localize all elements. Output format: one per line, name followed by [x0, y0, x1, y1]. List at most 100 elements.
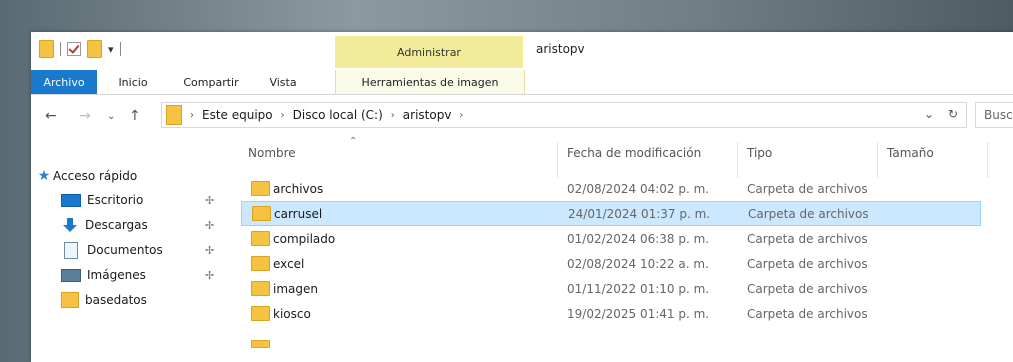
documents-icon [64, 241, 78, 259]
navigation-pane: ★ Acceso rápido Escritorio ✢ Descargas ✢… [31, 142, 231, 362]
file-type: Carpeta de archivos [747, 256, 868, 271]
pin-icon[interactable]: ✢ [205, 244, 214, 257]
file-name: carrusel [274, 206, 323, 221]
chevron-right-icon[interactable]: › [281, 110, 285, 121]
address-controls: ⌄ ↻ [924, 107, 958, 121]
nav-item-descargas[interactable]: Descargas [61, 213, 148, 237]
nav-item-label: Descargas [85, 218, 148, 232]
nav-item-escritorio[interactable]: Escritorio [61, 188, 143, 212]
file-list: ⌃ Nombre Fecha de modificación Tipo Tama… [241, 136, 1013, 362]
forward-arrow-icon[interactable]: → [79, 108, 91, 124]
chevron-right-icon[interactable]: › [391, 110, 395, 121]
nav-item-label: Imágenes [87, 268, 146, 282]
file-type: Carpeta de archivos [747, 181, 868, 196]
breadcrumb-disco-local[interactable]: Disco local (C:) [293, 108, 383, 122]
file-name: archivos [273, 181, 324, 196]
column-divider[interactable] [877, 142, 878, 178]
pictures-icon [61, 268, 81, 282]
address-history-chevron-icon[interactable]: ⌄ [924, 107, 934, 121]
nav-item-label: basedatos [85, 293, 147, 307]
folder-icon [61, 292, 79, 308]
folder-icon [251, 340, 270, 348]
file-date: 19/02/2025 01:41 p. m. [567, 306, 710, 321]
table-row[interactable]: excel 02/08/2024 10:22 a. m. Carpeta de … [241, 251, 981, 276]
nav-item-imagenes[interactable]: Imágenes [61, 263, 146, 287]
folder-icon [251, 281, 270, 296]
folder-icon [252, 206, 271, 221]
table-row[interactable] [241, 326, 981, 351]
file-name: excel [273, 256, 305, 271]
table-row[interactable]: imagen 01/11/2022 01:10 p. m. Carpeta de… [241, 276, 981, 301]
table-row[interactable]: compilado 01/02/2024 06:38 p. m. Carpeta… [241, 226, 981, 251]
tab-archivo[interactable]: Archivo [31, 70, 97, 94]
search-input[interactable]: Busc [975, 102, 1013, 128]
file-date: 02/08/2024 04:02 p. m. [567, 181, 710, 196]
nav-item-basedatos[interactable]: basedatos [61, 288, 147, 312]
column-divider[interactable] [987, 142, 988, 178]
quick-access-toolbar: ▾ [39, 40, 121, 58]
column-header-nombre[interactable]: Nombre [248, 146, 296, 160]
folder-icon [166, 105, 182, 125]
table-row[interactable]: kiosco 19/02/2025 01:41 p. m. Carpeta de… [241, 301, 981, 326]
file-explorer-window: ▾ Administrar aristopv Archivo Inicio Co… [31, 32, 1013, 362]
file-name: compilado [273, 231, 336, 246]
folder-icon [251, 181, 270, 196]
downloads-icon [61, 218, 79, 232]
chevron-right-icon[interactable]: › [459, 110, 463, 121]
file-type: Carpeta de archivos [747, 281, 868, 296]
window-title: aristopv [536, 42, 585, 56]
up-arrow-icon[interactable]: ↑ [129, 108, 141, 124]
new-folder-icon[interactable] [87, 40, 102, 58]
chevron-right-icon[interactable]: › [190, 110, 194, 121]
pin-icon[interactable]: ✢ [205, 194, 214, 207]
refresh-icon[interactable]: ↻ [948, 107, 958, 121]
tab-compartir[interactable]: Compartir [181, 70, 241, 94]
file-date: 02/08/2024 10:22 a. m. [567, 256, 709, 271]
tab-inicio[interactable]: Inicio [113, 70, 153, 94]
file-type: Carpeta de archivos [747, 231, 868, 246]
customize-toolbar-icon[interactable]: ▾ [108, 43, 114, 56]
sort-ascending-icon: ⌃ [349, 136, 358, 147]
divider [60, 42, 61, 56]
file-date: 01/02/2024 06:38 p. m. [567, 231, 710, 246]
folder-icon [251, 306, 270, 321]
nav-item-label: Escritorio [87, 193, 144, 207]
nav-item-documentos[interactable]: Documentos [61, 238, 163, 262]
nav-item-label: Acceso rápido [53, 169, 138, 183]
tab-vista[interactable]: Vista [263, 70, 303, 94]
table-row[interactable]: archivos 02/08/2024 04:02 p. m. Carpeta … [241, 176, 981, 201]
properties-icon[interactable] [67, 42, 81, 56]
recent-locations-chevron-icon[interactable]: ⌄ [107, 111, 115, 122]
column-header-fecha[interactable]: Fecha de modificación [567, 146, 701, 160]
breadcrumb-este-equipo[interactable]: Este equipo [202, 108, 273, 122]
folder-icon [251, 256, 270, 271]
back-arrow-icon[interactable]: ← [45, 108, 57, 124]
file-date: 01/11/2022 01:10 p. m. [567, 281, 710, 296]
file-name: kiosco [273, 306, 311, 321]
column-divider[interactable] [557, 142, 558, 178]
nav-item-label: Documentos [87, 243, 163, 257]
desktop-icon [61, 193, 81, 207]
file-type: Carpeta de archivos [747, 306, 868, 321]
pin-icon[interactable]: ✢ [205, 219, 214, 232]
divider [119, 42, 121, 56]
column-divider[interactable] [737, 142, 738, 178]
table-row-selected[interactable]: carrusel 24/01/2024 01:37 p. m. Carpeta … [241, 201, 981, 226]
tab-herramientas-de-imagen[interactable]: Herramientas de imagen [335, 70, 525, 94]
address-bar[interactable]: › Este equipo › Disco local (C:) › arist… [161, 102, 967, 128]
nav-item-acceso-rapido[interactable]: ★ Acceso rápido [35, 164, 137, 188]
column-header-tipo[interactable]: Tipo [747, 146, 772, 160]
contextual-group-label: Administrar [335, 36, 523, 68]
pin-icon[interactable]: ✢ [205, 269, 214, 282]
address-row: ← → ⌄ ↑ › Este equipo › Disco local (C:)… [31, 95, 1013, 135]
file-type: Carpeta de archivos [748, 206, 869, 221]
column-header-tamano[interactable]: Tamaño [887, 146, 934, 160]
breadcrumb-aristopv[interactable]: aristopv [403, 108, 452, 122]
star-icon: ★ [37, 168, 51, 184]
file-date: 24/01/2024 01:37 p. m. [568, 206, 711, 221]
file-name: imagen [273, 281, 318, 296]
title-bar: ▾ Administrar aristopv [31, 32, 1013, 70]
folder-icon [39, 40, 54, 58]
folder-icon [251, 231, 270, 246]
ribbon-tabs: Archivo Inicio Compartir Vista Herramien… [31, 70, 1013, 95]
